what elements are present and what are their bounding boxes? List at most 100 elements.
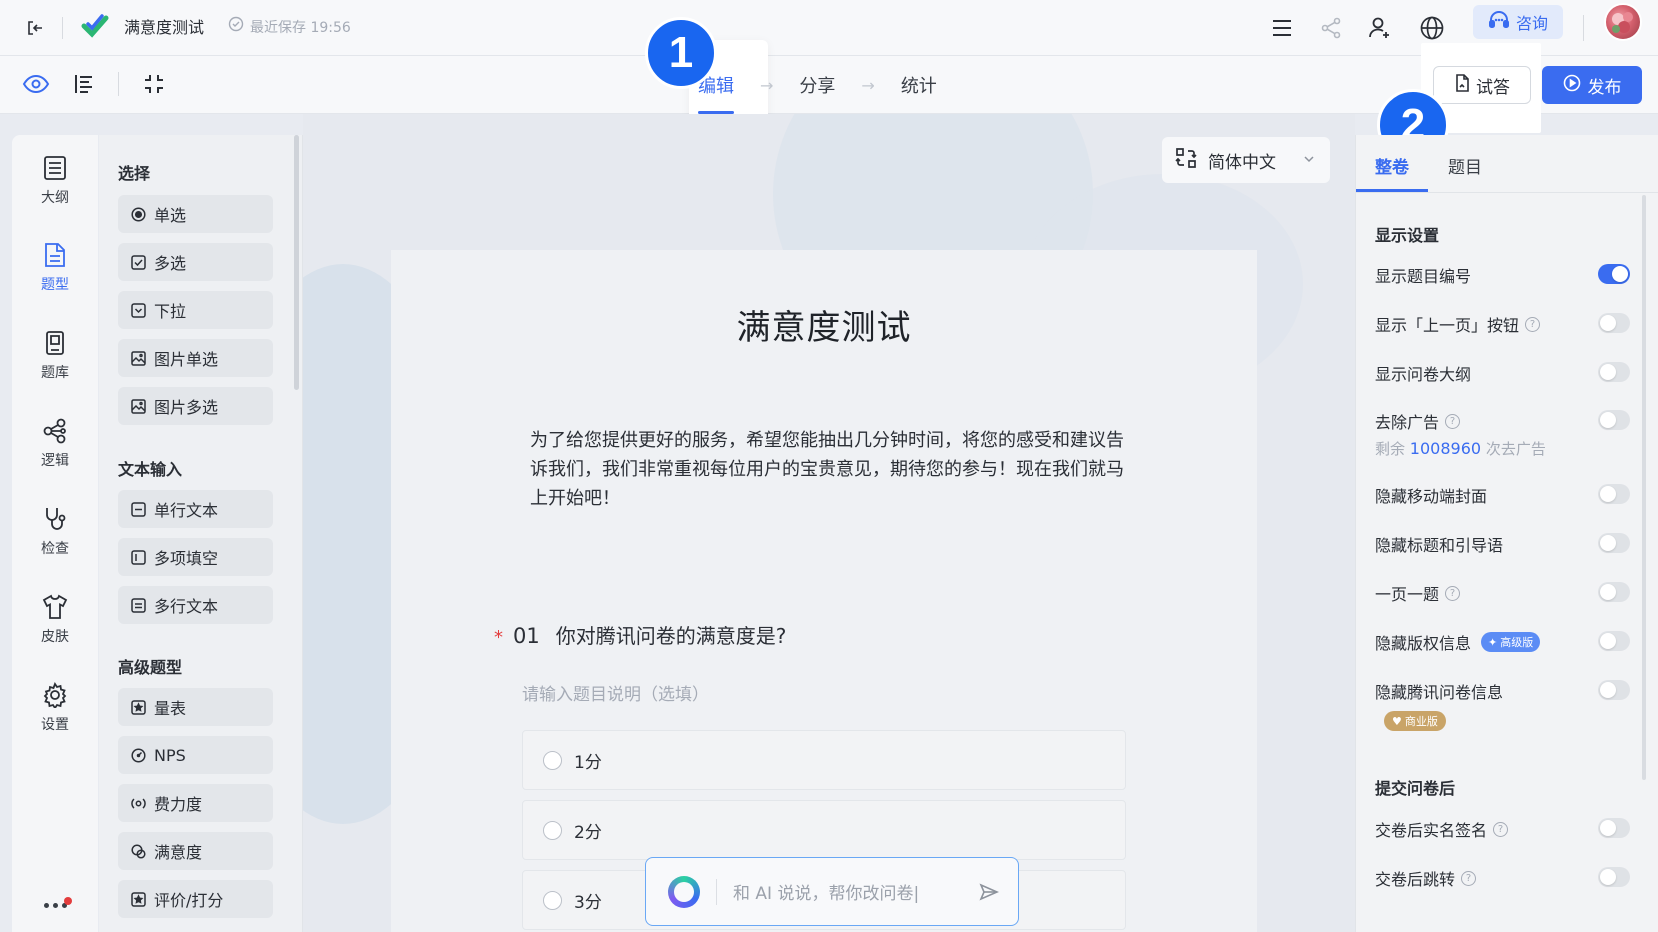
toggle-switch[interactable]: [1598, 631, 1630, 651]
fullscreen-collapse-icon[interactable]: [134, 64, 174, 104]
option-label: 1分: [574, 752, 602, 773]
arrow-right-icon: →: [760, 75, 774, 95]
publish-button[interactable]: 发布: [1542, 66, 1642, 104]
exit-icon[interactable]: [20, 13, 50, 43]
setting-redirect-after-submit: 交卷后跳转 ?: [1375, 864, 1630, 892]
palette-item-single-choice[interactable]: 单选: [118, 195, 273, 233]
palette-item-nps[interactable]: NPS: [118, 736, 273, 774]
palette-group-title: 选择: [118, 164, 151, 183]
section-after-submit: 提交问卷后: [1375, 779, 1456, 798]
toggle-switch[interactable]: [1598, 582, 1630, 602]
setting-show-prev-button: 显示「上一页」按钮 ?: [1375, 310, 1630, 338]
save-status-text: 最近保存 19:56: [250, 20, 351, 36]
ai-input[interactable]: 和 AI 说说，帮你改问卷|: [733, 879, 958, 904]
settings-tabs: 整卷 题目: [1356, 135, 1658, 193]
help-icon[interactable]: ?: [1445, 413, 1461, 429]
survey-sheet: 满意度测试 为了给您提供更好的服务，希望您能抽出几分钟时间，将您的感受和建议告诉…: [391, 250, 1257, 932]
toggle-switch[interactable]: [1598, 410, 1630, 430]
survey-name[interactable]: 满意度测试: [124, 13, 204, 43]
setting-real-name-sign: 交卷后实名签名 ?: [1375, 815, 1630, 843]
rail-item-settings[interactable]: 设置: [12, 672, 98, 744]
top-bar: 满意度测试 最近保存 19:56 咨询: [0, 0, 1658, 56]
palette-item-rating[interactable]: 评价/打分: [118, 880, 273, 918]
rail-item-question-types[interactable]: 题型: [12, 232, 98, 304]
palette-scrollbar[interactable]: [294, 135, 299, 390]
toggle-switch[interactable]: [1598, 867, 1630, 887]
palette-item-multi-line[interactable]: 多行文本: [118, 586, 273, 624]
dropdown-icon: [130, 302, 146, 318]
option-row[interactable]: 2分: [522, 800, 1126, 860]
help-icon[interactable]: ?: [1525, 316, 1541, 332]
rail-item-skin[interactable]: 皮肤: [12, 584, 98, 656]
question-description-input[interactable]: 请输入题目说明（选填）: [522, 680, 709, 705]
step-stats[interactable]: 统计: [893, 72, 945, 98]
survey-description[interactable]: 为了给您提供更好的服务，希望您能抽出几分钟时间，将您的感受和建议告诉我们，我们非…: [530, 426, 1130, 513]
palette-group-title: 高级题型: [118, 658, 183, 677]
radio-button[interactable]: [543, 890, 562, 910]
rail-item-logic[interactable]: 逻辑: [12, 408, 98, 480]
logic-nodes-icon: [43, 418, 66, 444]
gear-icon: [43, 682, 67, 708]
try-answer-button[interactable]: 试答: [1433, 66, 1531, 104]
text-multiline-icon: [130, 597, 146, 613]
pro-badge: ✦ 高级版: [1481, 632, 1541, 652]
play-circle-icon: [1563, 74, 1581, 97]
palette-item-multi-choice[interactable]: 多选: [118, 243, 273, 281]
left-icon-rail: 大纲 题型 题库 逻辑 检查 皮肤 设置: [12, 135, 98, 932]
toggle-switch[interactable]: [1598, 264, 1630, 284]
star-box-icon: [130, 699, 146, 715]
toggle-switch[interactable]: [1598, 313, 1630, 333]
consult-label: 咨询: [1515, 14, 1548, 33]
palette-item-image-single[interactable]: 图片单选: [118, 339, 273, 377]
tab-whole-survey[interactable]: 整卷: [1375, 153, 1409, 178]
rail-item-outline[interactable]: 大纲: [12, 145, 98, 217]
tab-question[interactable]: 题目: [1448, 153, 1482, 178]
palette-item-single-line[interactable]: 单行文本: [118, 490, 273, 528]
heart-icon: ♥: [1392, 714, 1402, 728]
share-icon[interactable]: [1310, 7, 1352, 49]
toggle-switch[interactable]: [1598, 818, 1630, 838]
palette-item-image-multi[interactable]: 图片多选: [118, 387, 273, 425]
help-icon[interactable]: ?: [1461, 870, 1477, 886]
menu-icon[interactable]: [1261, 7, 1303, 49]
palette-item-scale[interactable]: 量表: [118, 688, 273, 726]
send-icon[interactable]: [974, 877, 1004, 907]
preview-eye-icon[interactable]: [16, 64, 56, 104]
language-select[interactable]: 简体中文: [1162, 137, 1330, 183]
ads-remaining-note: 剩余 1008960 次去广告: [1375, 439, 1546, 458]
add-collaborator-icon[interactable]: [1359, 7, 1401, 49]
toggle-switch[interactable]: [1598, 680, 1630, 700]
option-row[interactable]: 1分: [522, 730, 1126, 790]
business-badge: ♥ 商业版: [1384, 711, 1446, 731]
rail-item-label: 检查: [41, 541, 69, 557]
try-answer-label: 试答: [1476, 77, 1510, 98]
step-share[interactable]: 分享: [791, 72, 843, 98]
palette-item-dropdown[interactable]: 下拉: [118, 291, 273, 329]
question-header[interactable]: * 01 你对腾讯问卷的满意度是?: [494, 620, 786, 649]
setting-show-outline: 显示问卷大纲: [1375, 359, 1630, 387]
panel-scrollbar[interactable]: [1642, 195, 1646, 780]
rail-item-check[interactable]: 检查: [12, 496, 98, 568]
toggle-switch[interactable]: [1598, 484, 1630, 504]
help-icon[interactable]: ?: [1445, 585, 1461, 601]
radio-button[interactable]: [543, 750, 562, 770]
radio-button[interactable]: [543, 820, 562, 840]
document-icon: [1454, 73, 1470, 97]
palette-item-satisfaction[interactable]: 满意度: [118, 832, 273, 870]
outline-list-icon[interactable]: [64, 64, 104, 104]
survey-title[interactable]: 满意度测试: [391, 300, 1257, 349]
ai-assistant-bar[interactable]: 和 AI 说说，帮你改问卷|: [645, 857, 1019, 926]
toggle-switch[interactable]: [1598, 362, 1630, 382]
question-number: 01: [513, 624, 540, 648]
checkbox-icon: [130, 254, 146, 270]
toggle-switch[interactable]: [1598, 533, 1630, 553]
annotation-badge-1: 1: [645, 17, 717, 89]
image-icon: [130, 398, 146, 414]
palette-item-effort[interactable]: 费力度: [118, 784, 273, 822]
help-icon[interactable]: ?: [1493, 821, 1509, 837]
user-avatar[interactable]: [1604, 3, 1642, 41]
setting-hide-title-intro: 隐藏标题和引导语: [1375, 530, 1630, 558]
palette-item-multi-fill[interactable]: 多项填空: [118, 538, 273, 576]
rail-item-question-bank[interactable]: 题库: [12, 320, 98, 392]
consult-button[interactable]: 咨询: [1473, 5, 1563, 39]
